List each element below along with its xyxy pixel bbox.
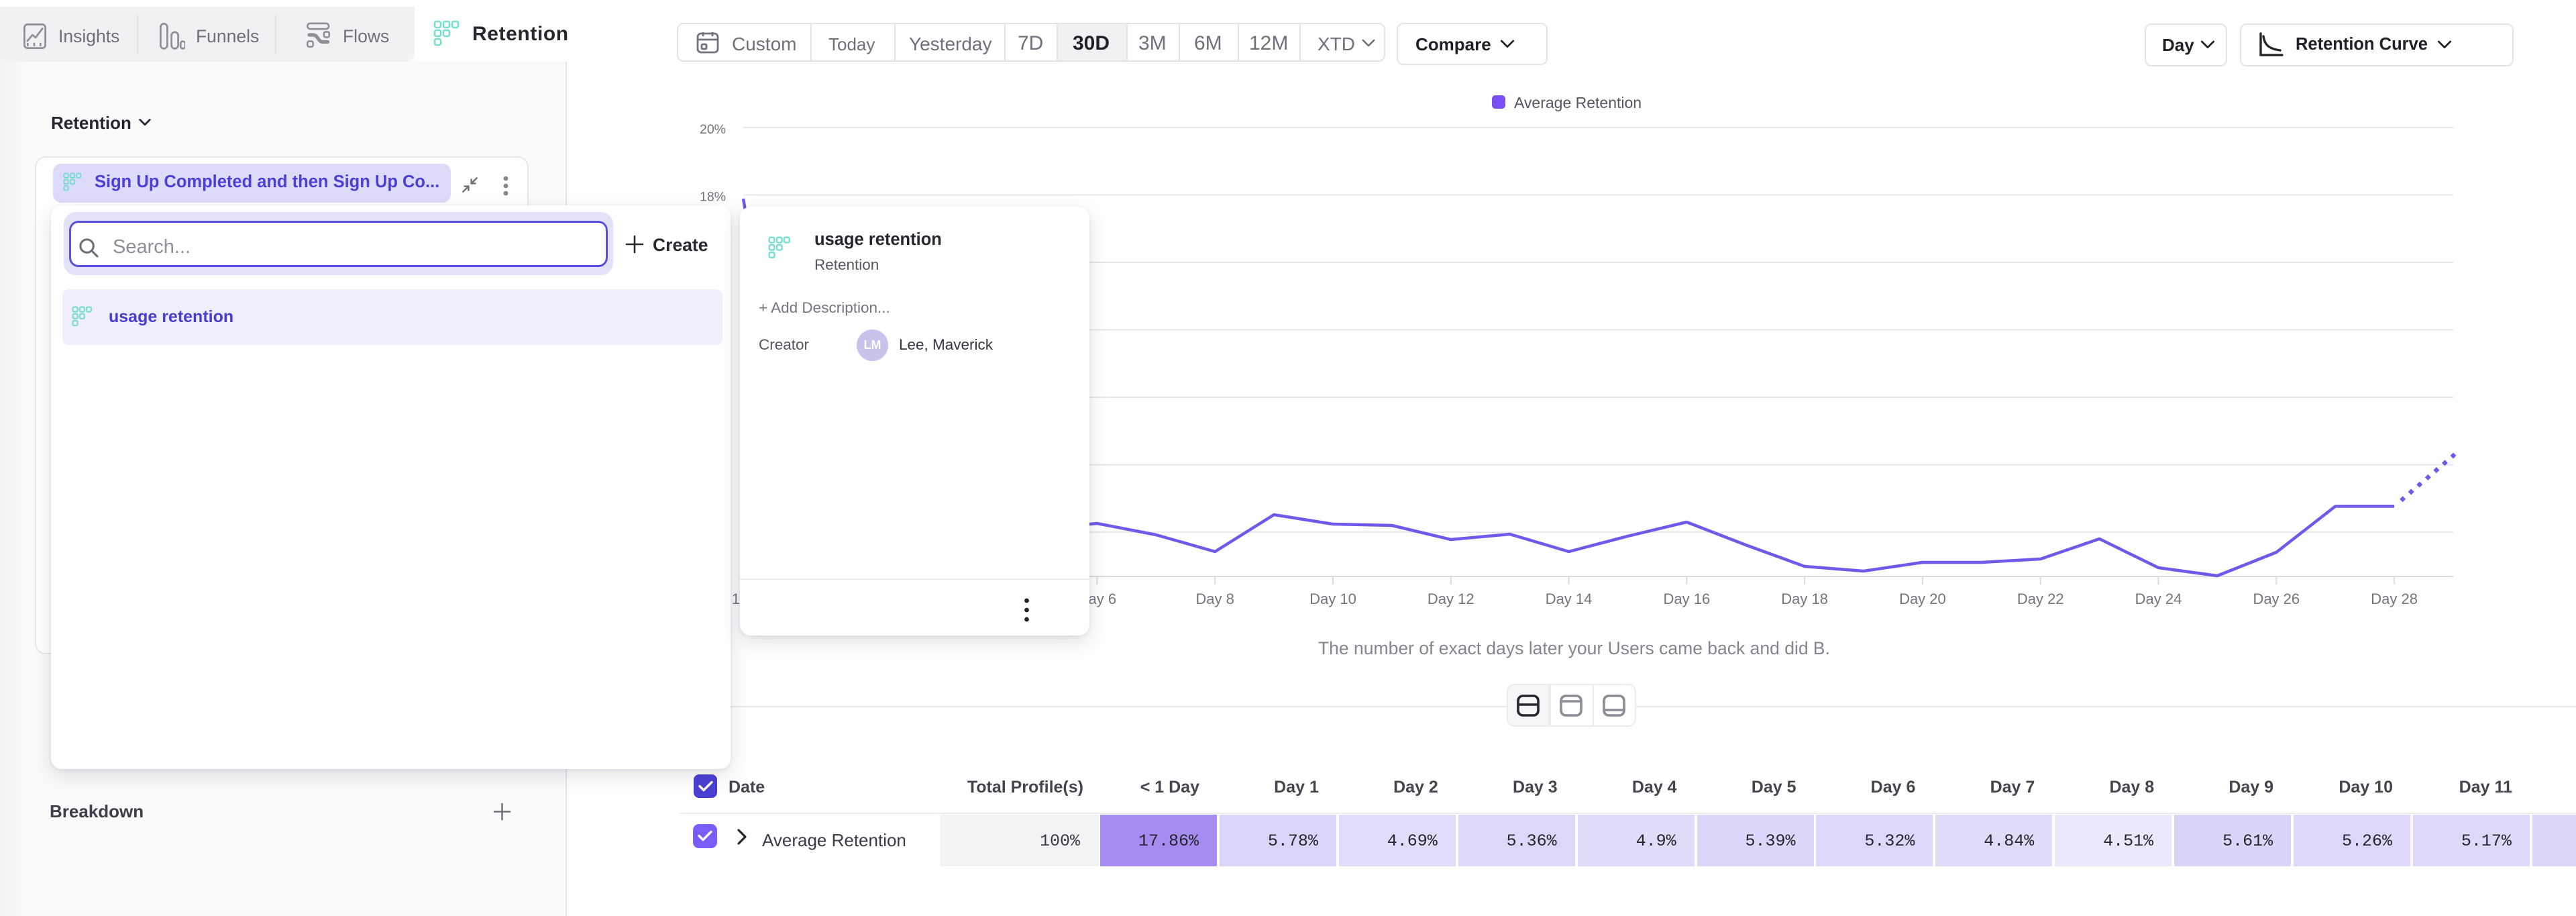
svg-text:Day 24: Day 24 xyxy=(2135,591,2182,607)
svg-text:Average Retention: Average Retention xyxy=(1514,94,1642,111)
svg-text:Day 8: Day 8 xyxy=(1195,591,1234,607)
svg-text:Day 18: Day 18 xyxy=(1781,591,1828,607)
svg-text:Day 10: Day 10 xyxy=(1309,591,1356,607)
svg-text:Day 28: Day 28 xyxy=(2371,591,2418,607)
svg-text:20%: 20% xyxy=(700,122,726,137)
svg-text:Day 16: Day 16 xyxy=(1663,591,1710,607)
svg-text:Day 12: Day 12 xyxy=(1428,591,1474,607)
svg-text:Day 22: Day 22 xyxy=(2017,591,2064,607)
svg-text:Day 14: Day 14 xyxy=(1546,591,1593,607)
svg-text:Day 20: Day 20 xyxy=(1899,591,1946,607)
svg-text:Day 26: Day 26 xyxy=(2253,591,2300,607)
svg-text:18%: 18% xyxy=(700,190,726,205)
